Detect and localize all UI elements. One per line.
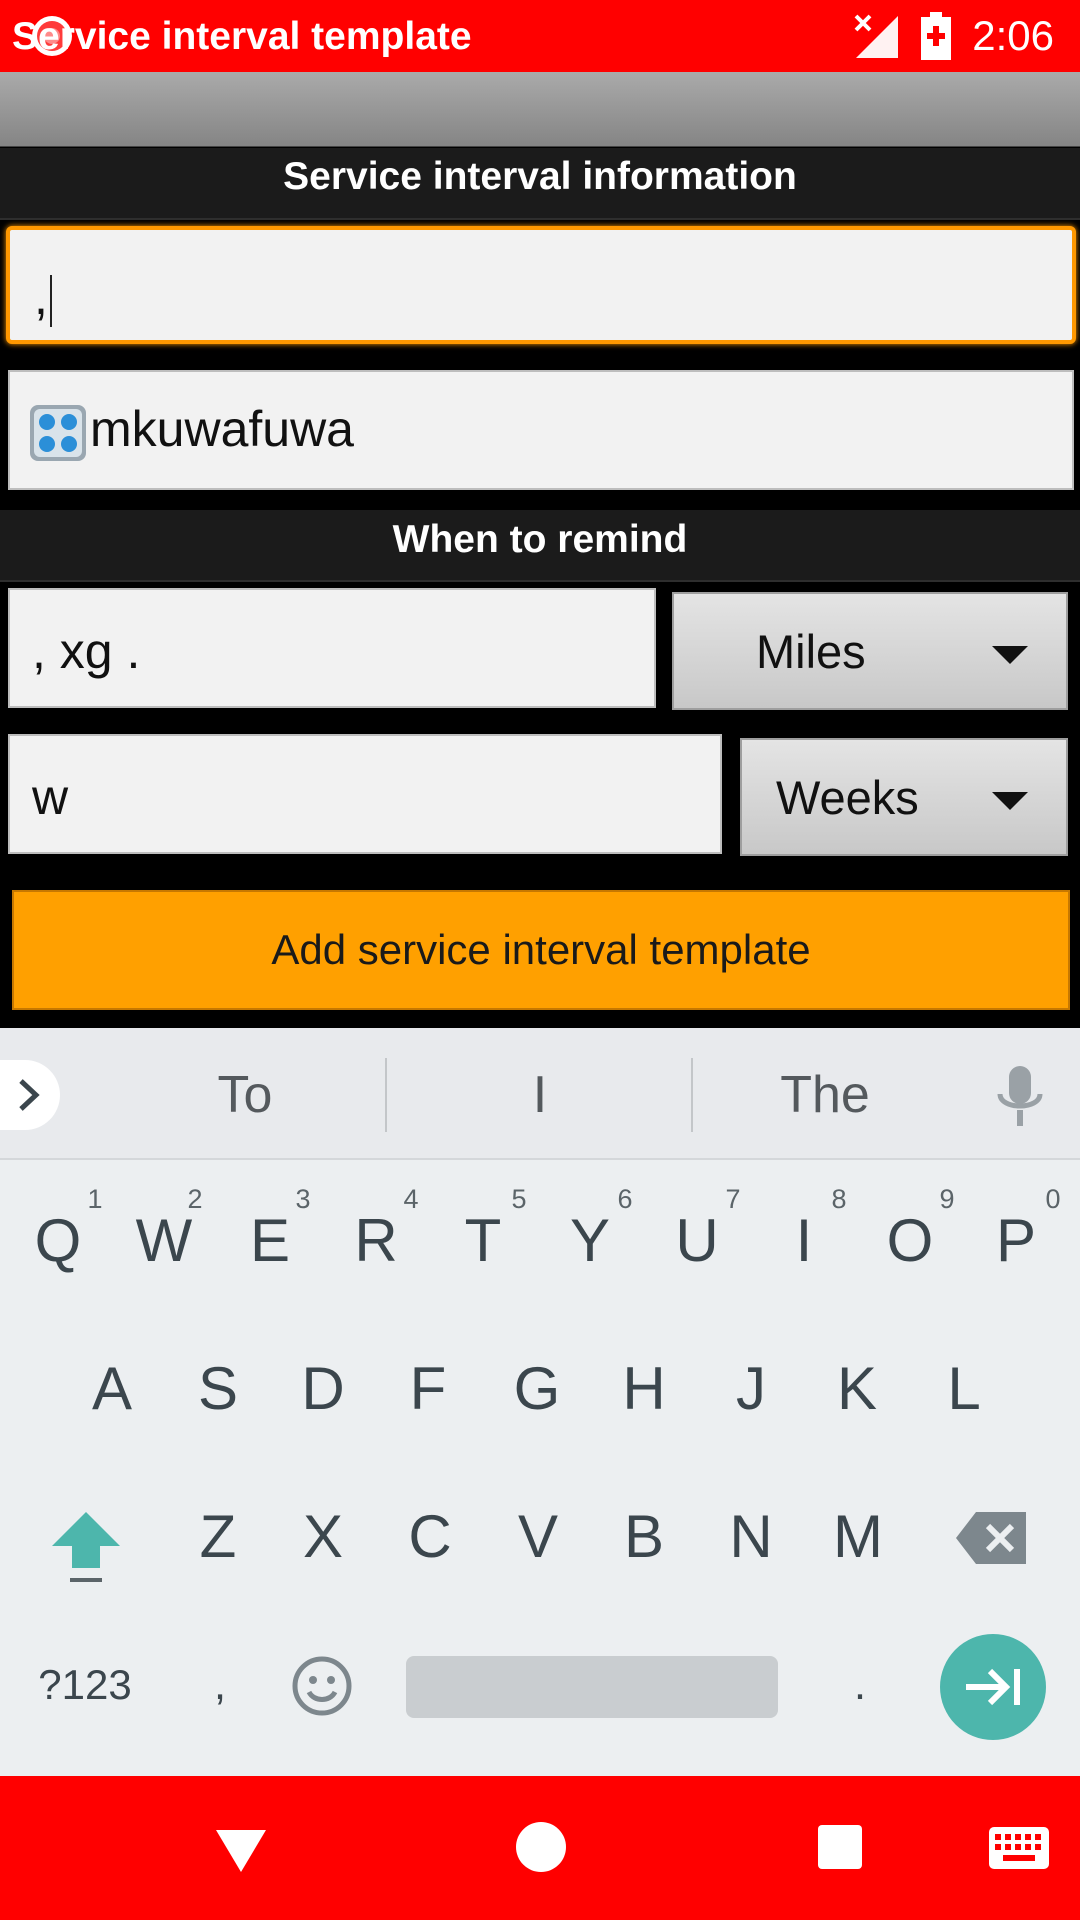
suggestion-divider bbox=[385, 1058, 387, 1132]
key-d[interactable]: D bbox=[273, 1344, 373, 1434]
description-input-value: mkuwafuwa bbox=[90, 401, 354, 457]
suggestion-3[interactable]: The bbox=[720, 1060, 930, 1130]
key-k[interactable]: K bbox=[807, 1344, 907, 1434]
miles-input-value: , xg . bbox=[32, 623, 141, 679]
key-g[interactable]: G bbox=[487, 1344, 587, 1434]
key-b[interactable]: B bbox=[594, 1492, 694, 1582]
dice-icon bbox=[30, 404, 86, 461]
dropdown-arrow-icon bbox=[992, 792, 1028, 810]
key-x[interactable]: X bbox=[273, 1492, 373, 1582]
key-m[interactable]: M bbox=[808, 1492, 908, 1582]
home-icon[interactable] bbox=[516, 1822, 566, 1872]
enter-key[interactable] bbox=[940, 1634, 1046, 1740]
back-icon[interactable] bbox=[214, 1828, 268, 1874]
suggestion-divider bbox=[691, 1058, 693, 1132]
key-s[interactable]: S bbox=[168, 1344, 268, 1434]
key-f[interactable]: F bbox=[378, 1344, 478, 1434]
next-field-icon bbox=[966, 1668, 1020, 1706]
emoji-icon[interactable] bbox=[290, 1654, 354, 1718]
miles-unit-dropdown[interactable]: Miles bbox=[672, 592, 1068, 710]
status-time: 2:06 bbox=[972, 12, 1054, 59]
battery-charging-icon bbox=[921, 12, 951, 60]
suggestion-1[interactable]: To bbox=[140, 1060, 350, 1130]
key-hint: 0 bbox=[1045, 1184, 1061, 1214]
name-input-value: , bbox=[34, 269, 48, 325]
title-bar bbox=[0, 72, 1080, 147]
chevron-right-icon bbox=[19, 1079, 40, 1111]
key-l[interactable]: L bbox=[914, 1344, 1014, 1434]
description-input[interactable]: mkuwafuwa bbox=[8, 370, 1074, 490]
key-hint: 2 bbox=[187, 1184, 203, 1214]
backspace-icon[interactable] bbox=[954, 1508, 1030, 1568]
shift-icon[interactable] bbox=[48, 1508, 124, 1586]
signal-off-icon bbox=[854, 14, 898, 58]
key-z[interactable]: Z bbox=[168, 1492, 268, 1582]
key-c[interactable]: C bbox=[380, 1492, 480, 1582]
suggestion-2[interactable]: I bbox=[435, 1060, 645, 1130]
key-j[interactable]: J bbox=[701, 1344, 801, 1434]
key-v[interactable]: V bbox=[488, 1492, 588, 1582]
key-hint: 7 bbox=[725, 1184, 741, 1214]
add-template-button[interactable]: Add service interval template bbox=[12, 890, 1070, 1010]
key-a[interactable]: A bbox=[62, 1344, 162, 1434]
comma-key[interactable]: , bbox=[190, 1650, 250, 1720]
text-caret bbox=[49, 274, 52, 327]
microphone-icon[interactable] bbox=[992, 1062, 1048, 1132]
weeks-unit-value: Weeks bbox=[776, 771, 919, 824]
key-hint: 3 bbox=[295, 1184, 311, 1214]
name-input[interactable]: , bbox=[6, 226, 1076, 344]
weeks-input-value: w bbox=[32, 769, 69, 825]
key-hint: 6 bbox=[617, 1184, 633, 1214]
miles-unit-value: Miles bbox=[756, 625, 866, 678]
miles-input[interactable]: , xg . bbox=[8, 588, 656, 708]
section-header-remind: When to remind bbox=[0, 510, 1080, 582]
key-h[interactable]: H bbox=[594, 1344, 694, 1434]
keyboard-switch-icon[interactable] bbox=[988, 1826, 1050, 1870]
recent-apps-icon[interactable] bbox=[818, 1825, 862, 1869]
key-hint: 8 bbox=[831, 1184, 847, 1214]
dropdown-arrow-icon bbox=[992, 646, 1028, 664]
symbols-key[interactable]: ?123 bbox=[30, 1650, 140, 1720]
key-hint: 1 bbox=[87, 1184, 103, 1214]
key-hint: 5 bbox=[511, 1184, 527, 1214]
key-hint: 9 bbox=[939, 1184, 955, 1214]
weeks-input[interactable]: w bbox=[8, 734, 722, 854]
period-key[interactable]: . bbox=[830, 1650, 890, 1720]
key-n[interactable]: N bbox=[701, 1492, 801, 1582]
key-hint: 4 bbox=[403, 1184, 419, 1214]
section-header-info: Service interval information bbox=[0, 148, 1080, 220]
space-key[interactable] bbox=[406, 1656, 778, 1718]
weeks-unit-dropdown[interactable]: Weeks bbox=[740, 738, 1068, 856]
app-title: Service interval template bbox=[12, 15, 472, 58]
